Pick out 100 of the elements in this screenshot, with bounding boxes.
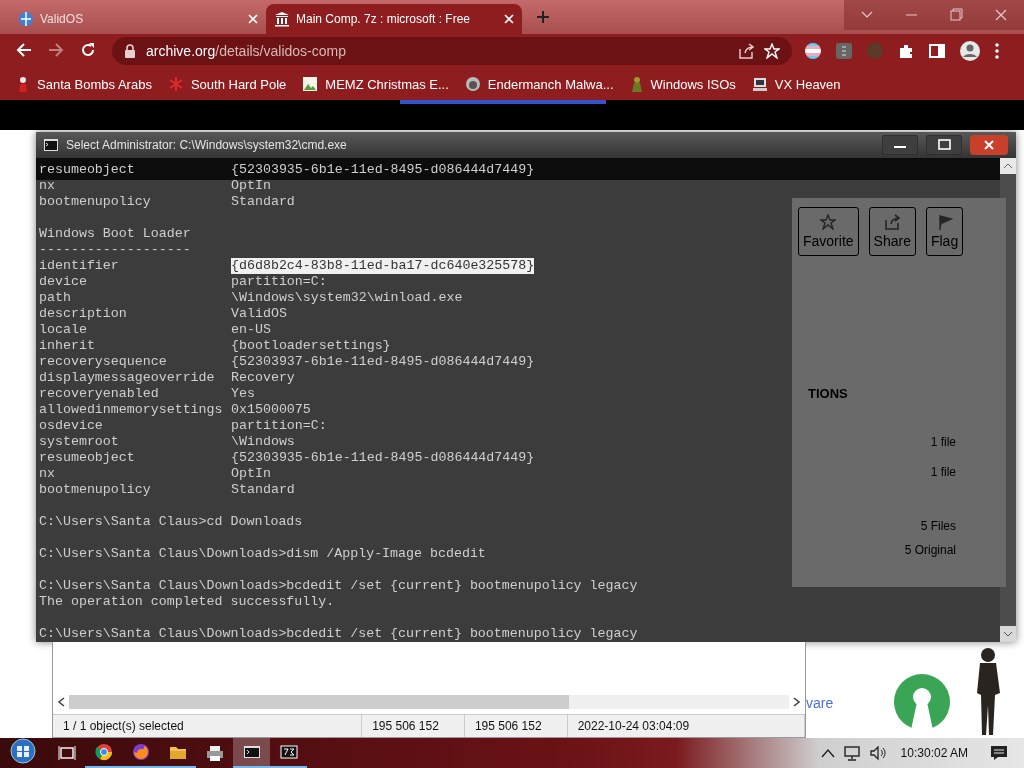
close-icon[interactable] [504, 14, 514, 24]
file-count: 5 Files [920, 519, 956, 533]
terminal-icon [44, 139, 58, 151]
console-value: {52303935-6b1e-11ed-8495-d086444d7449} [231, 450, 535, 466]
minimize-icon[interactable] [882, 135, 918, 155]
notification-icon[interactable] [990, 745, 1008, 761]
console-line: ------------------- [39, 242, 191, 258]
console-value: {bootloadersettings} [231, 338, 391, 354]
file-count: 5 Original [904, 543, 956, 557]
console-value: OptIn [231, 466, 271, 482]
maximize-icon[interactable] [926, 135, 962, 155]
scroll-up-icon[interactable] [1000, 158, 1016, 174]
address-field[interactable]: archive.org/details/validos-comp [112, 37, 792, 65]
file-count: 1 file [930, 435, 956, 449]
bookmark[interactable]: Santa Bombs Arabs [16, 76, 152, 92]
lock-icon [124, 44, 136, 58]
scroll-right-icon[interactable] [793, 697, 801, 707]
share-icon [884, 214, 901, 230]
snowflake-icon [167, 76, 184, 92]
task-view-icon [57, 744, 76, 762]
reload-icon[interactable] [80, 41, 96, 58]
console-value: Yes [231, 386, 255, 402]
console-line: Windows Boot Loader [39, 226, 191, 242]
url-text: archive.org/details/validos-comp [146, 43, 347, 59]
browser-icon [131, 743, 150, 761]
volume-icon[interactable] [868, 745, 887, 761]
image-icon [302, 76, 319, 92]
link[interactable]: vare [806, 695, 834, 711]
menu-icon[interactable] [994, 42, 1000, 60]
console-value: \Windows [231, 434, 295, 450]
console-key: device [39, 274, 231, 290]
bookmark[interactable]: VX Heaven [751, 76, 841, 92]
bookmark[interactable]: Windows ISOs [629, 76, 736, 92]
console-key: resumeobject [39, 162, 231, 178]
round-icon [464, 76, 481, 92]
start-orb-icon[interactable] [10, 738, 36, 764]
window-title: Select Administrator: C:\Windows\system32\cmd.exe [66, 138, 348, 152]
profile-icon[interactable] [959, 40, 981, 62]
console-value: Recovery [231, 370, 295, 386]
forward-arrow-icon[interactable] [48, 41, 64, 58]
action-button[interactable]: Share [868, 207, 916, 256]
close-icon[interactable] [970, 135, 1008, 155]
console-key: displaymessageoverride [39, 370, 231, 386]
bookmark[interactable]: South Hard Pole [167, 76, 287, 92]
network-icon[interactable] [842, 745, 861, 761]
console-key: osdevice [39, 418, 231, 434]
caret-up-icon[interactable] [820, 748, 835, 758]
star-icon [820, 214, 837, 230]
action-button[interactable]: Favorite [798, 207, 859, 256]
console-value: {d6d8b2c4-83b8-11ed-ba17-dc640e325578} [231, 258, 535, 274]
puzzle-icon[interactable] [897, 42, 915, 60]
status-text: 195 506 152 [464, 715, 568, 737]
scroll-down-icon[interactable] [1000, 626, 1016, 642]
console-line: C:\Users\Santa Claus\Downloads>dism /Apply-Image bcdedit [39, 546, 486, 562]
console-key: nx [39, 466, 231, 482]
status-text: 195 506 152 [362, 715, 465, 737]
console-value: \Windows\system32\winload.exe [231, 290, 463, 306]
console-key: systemroot [39, 434, 231, 450]
console-key: recoverysequence [39, 354, 231, 370]
console-key: recoveryenabled [39, 386, 231, 402]
close-icon[interactable] [248, 14, 258, 24]
console-key: description [39, 306, 231, 322]
figure-icon [629, 76, 644, 92]
console-value: 0x15000075 [231, 402, 311, 418]
striped-flag-icon[interactable] [804, 42, 822, 60]
flag-icon [936, 214, 953, 230]
scroll-left-icon[interactable] [57, 697, 65, 707]
console-key: allowedinmemorysettings [39, 402, 231, 418]
console-value: partition=C: [231, 274, 327, 290]
bookmark[interactable]: Endermanch Malwa... [464, 76, 614, 92]
scroll-track[interactable] [69, 695, 789, 709]
new-tab-icon[interactable] [536, 10, 550, 24]
clock[interactable]: 10:30:02 AM [900, 746, 968, 760]
console-line: C:\Users\Santa Claus>cd Downloads [39, 514, 303, 530]
section-heading: TIONS [808, 386, 848, 401]
console-line: C:\Users\Santa Claus\Downloads>bcdedit /set {current} bootmenupolicy legacy [39, 626, 638, 642]
console-key: inherit [39, 338, 231, 354]
printer-icon [205, 744, 224, 762]
computer-icon [751, 76, 768, 92]
taskbar-app[interactable] [233, 738, 270, 768]
columns-icon [274, 11, 290, 27]
console-key: bootmenupolicy [39, 194, 231, 210]
console-value: ValidOS [231, 306, 287, 322]
console-value: Standard [231, 194, 295, 210]
scroll-thumb[interactable] [69, 695, 569, 709]
bookmark[interactable]: MEMZ Christmas E... [302, 76, 449, 92]
console-key: resumeobject [39, 450, 231, 466]
side-panel-icon[interactable] [928, 42, 946, 60]
console-value: OptIn [231, 178, 271, 194]
back-arrow-icon[interactable] [16, 41, 32, 58]
star-icon[interactable] [764, 43, 780, 59]
archive-icon [279, 743, 298, 761]
console-key: bootmenupolicy [39, 482, 231, 498]
action-button[interactable]: Flag [925, 207, 964, 256]
console-value: {52303937-6b1e-11ed-8495-d086444d7449} [231, 354, 535, 370]
browser-tab[interactable]: Main Comp. 7z : microsoft : Free [266, 4, 522, 34]
share-icon[interactable] [738, 43, 754, 59]
browser-tab[interactable]: ValidOS [10, 4, 266, 34]
status-text: 2022-10-24 03:04:09 [567, 715, 805, 737]
extension-icon[interactable] [835, 42, 853, 60]
